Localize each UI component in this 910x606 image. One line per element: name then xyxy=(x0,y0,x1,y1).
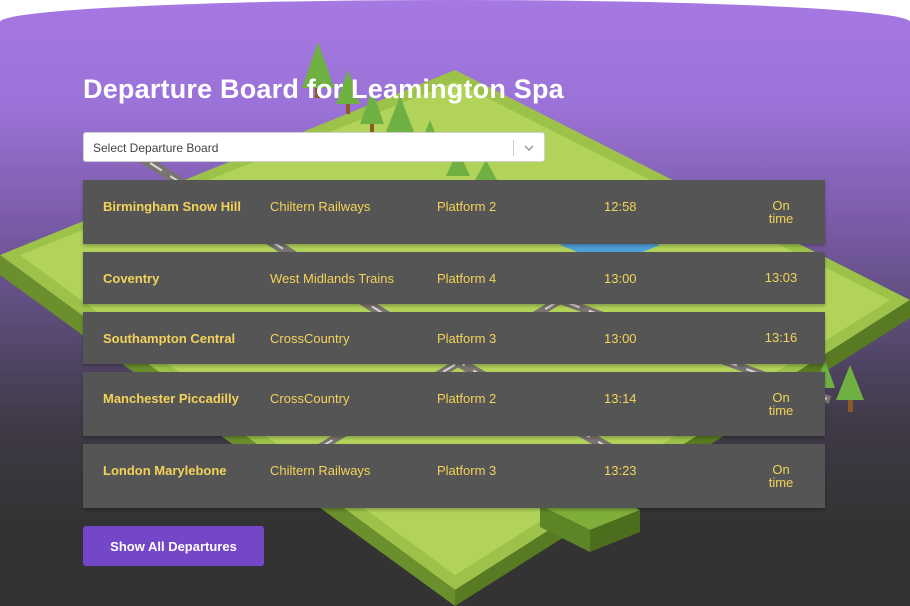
departure-scheduled-time: 13:00 xyxy=(604,331,637,346)
departure-destination: Coventry xyxy=(103,271,160,286)
chevron-down-icon[interactable] xyxy=(523,142,535,154)
departure-row: Southampton Central CrossCountry Platfor… xyxy=(83,312,825,364)
departure-platform: Platform 3 xyxy=(437,463,497,478)
departure-scheduled-time: 12:58 xyxy=(604,199,637,214)
departure-platform: Platform 3 xyxy=(437,331,497,346)
departure-platform: Platform 2 xyxy=(437,391,497,406)
departure-operator: West Midlands Trains xyxy=(270,271,395,286)
page-title: Departure Board for Leamington Spa xyxy=(83,74,564,104)
departure-platform: Platform 4 xyxy=(437,271,497,286)
show-all-departures-button[interactable]: Show All Departures xyxy=(83,526,264,566)
departure-board-select[interactable]: Select Departure Board xyxy=(83,132,545,162)
departure-expected-status: On time xyxy=(768,390,794,418)
departure-row: Coventry West Midlands Trains Platform 4… xyxy=(83,252,825,304)
departure-expected-status: 13:16 xyxy=(764,330,798,345)
departure-operator: Chiltern Railways xyxy=(270,199,371,214)
departure-operator: CrossCountry xyxy=(270,331,350,346)
departure-operator: Chiltern Railways xyxy=(270,463,371,478)
select-separator xyxy=(513,140,514,156)
select-placeholder: Select Departure Board xyxy=(93,141,219,155)
departure-destination: Manchester Piccadilly xyxy=(103,391,239,406)
departure-destination: London Marylebone xyxy=(103,463,227,478)
app-frame: Departure Board for Leamington Spa Selec… xyxy=(0,0,910,606)
departure-scheduled-time: 13:23 xyxy=(604,463,637,478)
departure-destination: Southampton Central xyxy=(103,331,236,346)
departure-expected-status: On time xyxy=(768,462,794,490)
departure-scheduled-time: 13:14 xyxy=(604,391,637,406)
departure-platform: Platform 2 xyxy=(437,199,497,214)
departure-destination: Birmingham Snow Hill xyxy=(103,199,241,214)
departure-operator: CrossCountry xyxy=(270,391,350,406)
departure-row: Birmingham Snow Hill Chiltern Railways P… xyxy=(83,180,825,244)
departure-expected-status: 13:03 xyxy=(764,270,798,285)
departure-row: Manchester Piccadilly CrossCountry Platf… xyxy=(83,372,825,436)
departure-row: London Marylebone Chiltern Railways Plat… xyxy=(83,444,825,508)
departure-scheduled-time: 13:00 xyxy=(604,271,637,286)
departure-expected-status: On time xyxy=(768,198,794,226)
